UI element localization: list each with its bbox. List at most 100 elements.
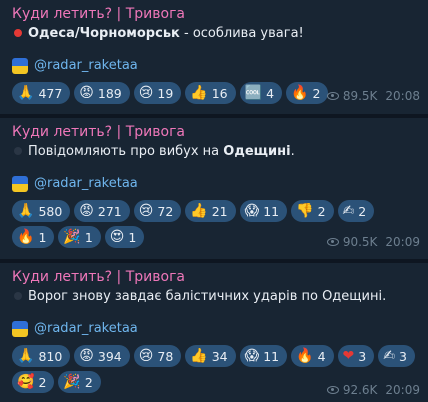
fire-icon: 🔥 xyxy=(17,229,35,245)
reaction-count: 19 xyxy=(157,85,174,101)
reaction-angry[interactable]: 😡 394 xyxy=(74,345,130,367)
view-count: 90.5K xyxy=(342,235,378,249)
reaction-count: 1 xyxy=(84,229,93,245)
crying-face-icon: 😢 xyxy=(138,85,154,101)
party-popper-icon: 🎉 xyxy=(63,229,81,245)
reaction-count: 1 xyxy=(128,229,137,245)
heart-icon: ❤ xyxy=(342,348,355,364)
reaction-count: 11 xyxy=(263,348,280,364)
eye-icon xyxy=(326,238,339,246)
reaction-angry[interactable]: 😡 271 xyxy=(74,200,130,222)
reaction-thumbs-up[interactable]: 👍 34 xyxy=(185,345,236,367)
thumbs-up-icon: 👍 xyxy=(190,203,208,219)
message-text-plain: Повідомляють про вибух на xyxy=(28,144,224,159)
channel-handle[interactable]: @radar_raketaa xyxy=(34,320,138,338)
message-text-plain: Ворог знову завдає балістичних ударів по… xyxy=(28,289,387,304)
author-name[interactable]: Куди летить? | Тривога xyxy=(12,124,416,140)
reaction-smiling-hearts[interactable]: 🥰 2 xyxy=(12,371,55,393)
pray-icon: 🙏 xyxy=(17,85,35,101)
reaction-pray[interactable]: 🙏 810 xyxy=(12,345,71,367)
screaming-face-icon: 😱 xyxy=(244,348,260,364)
message-time: 20:09 xyxy=(385,383,420,397)
reaction-thumbs-up[interactable]: 👍 16 xyxy=(185,82,236,104)
reaction-scream[interactable]: 😱 11 xyxy=(239,345,288,367)
message-meta: 90.5K 20:09 xyxy=(326,235,420,249)
reaction-count: 2 xyxy=(38,374,47,390)
message-bubble[interactable]: Куди летить? | Тривога Ворог знову завда… xyxy=(0,263,428,402)
party-popper-icon: 🎉 xyxy=(63,374,81,390)
view-count: 92.6K xyxy=(342,383,378,397)
channel-link[interactable]: @radar_raketaa xyxy=(12,175,416,193)
reaction-count: 16 xyxy=(211,85,228,101)
view-count: 89.5K xyxy=(342,89,378,103)
reaction-count: 2 xyxy=(358,203,367,219)
reaction-count: 4 xyxy=(266,85,275,101)
reaction-writing[interactable]: ✍ 3 xyxy=(378,345,415,367)
reaction-party[interactable]: 🎉 2 xyxy=(58,371,101,393)
ukraine-flag-icon xyxy=(12,176,28,192)
reaction-count: 34 xyxy=(211,348,228,364)
channel-link[interactable]: @radar_raketaa xyxy=(12,320,416,338)
message-text: Ворог знову завдає балістичних ударів по… xyxy=(12,288,416,306)
pray-icon: 🙏 xyxy=(17,203,35,219)
channel-handle[interactable]: @radar_raketaa xyxy=(34,57,138,75)
message-bubble[interactable]: Куди летить? | Тривога Одеса/Чорноморськ… xyxy=(0,0,428,114)
reaction-cry[interactable]: 😢 19 xyxy=(133,82,182,104)
message-text: Повідомляють про вибух на Одещині. xyxy=(12,143,416,161)
thumbs-up-icon: 👍 xyxy=(190,348,208,364)
reaction-scream[interactable]: 😱 11 xyxy=(239,200,288,222)
reaction-cool[interactable]: 🆒 4 xyxy=(239,82,283,104)
ukraine-flag-icon xyxy=(12,321,28,337)
reaction-cry[interactable]: 😢 78 xyxy=(133,345,182,367)
reaction-count: 2 xyxy=(312,85,321,101)
reaction-writing[interactable]: ✍ 2 xyxy=(337,200,375,222)
cool-icon: 🆒 xyxy=(244,85,263,101)
reaction-cry[interactable]: 😢 72 xyxy=(133,200,182,222)
reaction-count: 11 xyxy=(263,203,280,219)
angry-face-icon: 😡 xyxy=(79,85,94,101)
smiling-face-hearts-icon: 🥰 xyxy=(17,374,35,390)
ukraine-flag-icon xyxy=(12,58,28,74)
reaction-count: 72 xyxy=(157,203,174,219)
reaction-fire[interactable]: 🔥 4 xyxy=(291,345,334,367)
reaction-pray[interactable]: 🙏 580 xyxy=(12,200,71,222)
reaction-angry[interactable]: 😡 189 xyxy=(74,82,130,104)
writing-hand-icon: ✍ xyxy=(342,203,355,219)
message-text-tail: . xyxy=(290,144,295,159)
reaction-count: 78 xyxy=(157,348,174,364)
reaction-pray[interactable]: 🙏 477 xyxy=(12,82,71,104)
screaming-face-icon: 😱 xyxy=(244,203,260,219)
author-name[interactable]: Куди летить? | Тривога xyxy=(12,6,416,22)
message-meta: 92.6K 20:09 xyxy=(326,383,420,397)
writing-hand-icon: ✍ xyxy=(383,348,395,364)
reaction-count: 1 xyxy=(38,229,47,245)
heart-eyes-icon: 😍 xyxy=(109,229,125,245)
reaction-fire[interactable]: 🔥 2 xyxy=(286,82,329,104)
angry-face-icon: 😡 xyxy=(79,348,94,364)
reaction-thumbs-up[interactable]: 👍 21 xyxy=(185,200,236,222)
message-bubble[interactable]: Куди летить? | Тривога Повідомляють про … xyxy=(0,118,428,259)
reaction-heart-eyes[interactable]: 😍 1 xyxy=(104,226,145,248)
reaction-party[interactable]: 🎉 1 xyxy=(58,226,101,248)
reaction-count: 477 xyxy=(38,85,63,101)
reaction-count: 3 xyxy=(398,348,407,364)
channel-handle[interactable]: @radar_raketaa xyxy=(34,175,138,193)
reaction-count: 271 xyxy=(97,203,122,219)
author-name[interactable]: Куди летить? | Тривога xyxy=(12,269,416,285)
reaction-count: 3 xyxy=(358,348,367,364)
message-meta: 89.5K 20:08 xyxy=(326,89,420,103)
reaction-count: 810 xyxy=(38,348,63,364)
message-text-bold: Одеса/Чорноморськ xyxy=(28,26,180,41)
thumbs-down-icon: 👎 xyxy=(296,203,314,219)
reaction-count: 2 xyxy=(84,374,93,390)
custom-emoji-icon xyxy=(14,147,22,155)
channel-link[interactable]: @radar_raketaa xyxy=(12,57,416,75)
reaction-heart[interactable]: ❤ 3 xyxy=(337,345,375,367)
reaction-thumbs-down[interactable]: 👎 2 xyxy=(291,200,334,222)
fire-icon: 🔥 xyxy=(296,348,314,364)
message-feed: Куди летить? | Тривога Одеса/Чорноморськ… xyxy=(0,0,428,402)
reaction-fire[interactable]: 🔥 1 xyxy=(12,226,55,248)
pray-icon: 🙏 xyxy=(17,348,35,364)
red-circle-icon xyxy=(14,29,22,37)
reaction-count: 394 xyxy=(97,348,122,364)
